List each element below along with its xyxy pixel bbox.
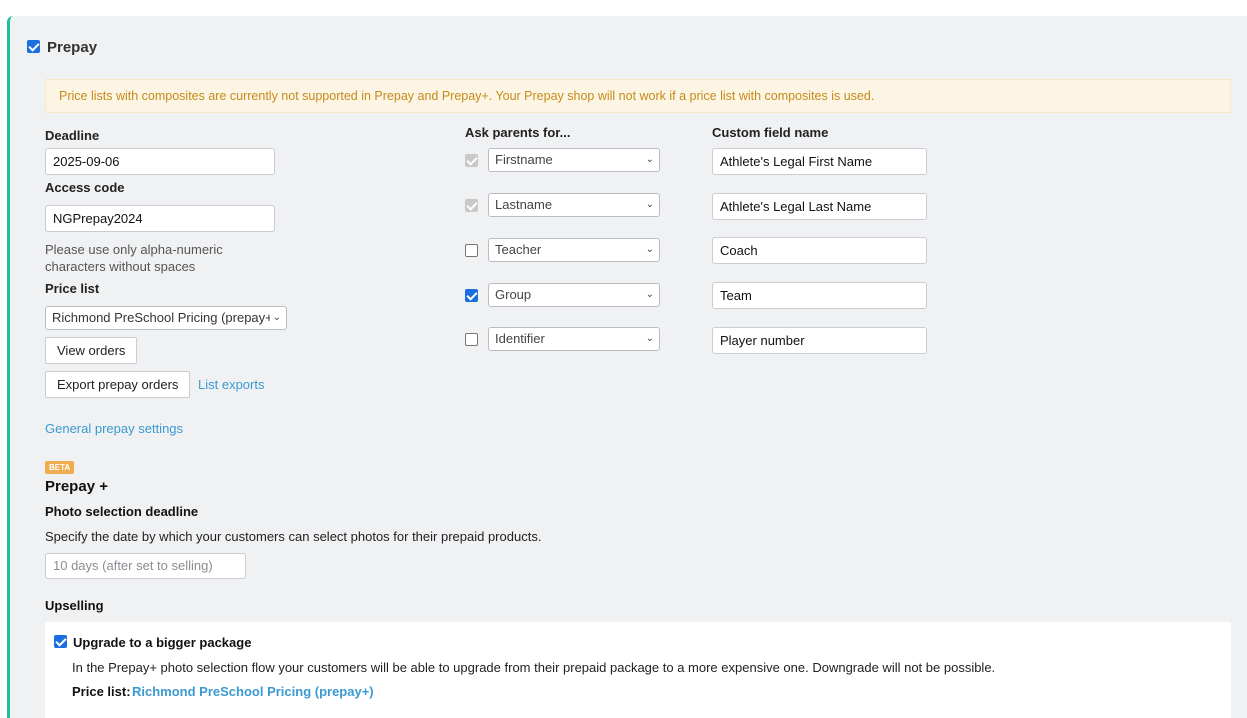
ask-field-value: Group	[495, 287, 532, 302]
access-code-hint-2: characters without spaces	[45, 259, 196, 274]
ask-lastname-checkbox[interactable]	[465, 199, 478, 212]
ask-field-select-lastname[interactable]: Lastname ⌄	[488, 193, 660, 217]
ask-field-value: Identifier	[495, 331, 545, 346]
ask-field-value: Firstname	[495, 152, 553, 167]
prepay-enabled-checkbox[interactable]	[27, 40, 40, 53]
custom-field-input-identifier[interactable]: Player number	[712, 327, 927, 354]
access-code-input[interactable]: NGPrepay2024	[45, 205, 275, 232]
list-exports-link[interactable]: List exports	[198, 377, 264, 392]
price-list-label: Price list	[45, 281, 100, 296]
chevron-down-icon: ⌄	[645, 154, 654, 165]
ask-firstname-checkbox[interactable]	[465, 154, 478, 167]
price-list-selected: Richmond PreSchool Pricing (prepay+)	[52, 310, 270, 325]
photo-deadline-input[interactable]: 10 days (after set to selling)	[45, 553, 246, 579]
ask-group-checkbox[interactable]	[465, 289, 478, 302]
ask-parents-header: Ask parents for...	[465, 125, 571, 140]
composites-warning: Price lists with composites are currentl…	[45, 79, 1231, 113]
upgrade-package-label: Upgrade to a bigger package	[73, 635, 252, 650]
photo-deadline-label: Photo selection deadline	[45, 504, 199, 519]
ask-field-select-group[interactable]: Group ⌄	[488, 283, 660, 307]
ask-identifier-checkbox[interactable]	[465, 333, 478, 346]
ask-field-select-identifier[interactable]: Identifier ⌄	[488, 327, 660, 351]
ask-field-select-firstname[interactable]: Firstname ⌄	[488, 148, 660, 172]
general-prepay-settings-link[interactable]: General prepay settings	[45, 421, 183, 436]
warning-text: Price lists with composites are currentl…	[59, 89, 875, 103]
access-code-hint-1: Please use only alpha-numeric	[45, 242, 223, 257]
custom-field-input-group[interactable]: Team	[712, 282, 927, 309]
ask-field-value: Lastname	[495, 197, 553, 212]
custom-field-input-teacher[interactable]: Coach	[712, 237, 927, 264]
beta-badge: BETA	[45, 461, 75, 474]
upsell-price-list-link[interactable]: Richmond PreSchool Pricing (prepay+)	[132, 684, 374, 699]
photo-deadline-description: Specify the date by which your customers…	[45, 529, 542, 544]
ask-field-select-teacher[interactable]: Teacher ⌄	[488, 238, 660, 262]
chevron-down-icon: ⌄	[645, 333, 654, 344]
price-list-select[interactable]: Richmond PreSchool Pricing (prepay+) ⌄	[45, 306, 287, 330]
custom-field-input-firstname[interactable]: Athlete's Legal First Name	[712, 148, 927, 175]
access-code-label: Access code	[45, 180, 125, 195]
chevron-down-icon: ⌄	[272, 312, 281, 323]
deadline-label: Deadline	[45, 128, 100, 143]
upselling-label: Upselling	[45, 598, 104, 613]
upsell-price-list-label: Price list:	[72, 684, 131, 699]
prepay-panel	[7, 16, 1247, 718]
custom-field-header: Custom field name	[712, 125, 829, 140]
ask-teacher-checkbox[interactable]	[465, 244, 478, 257]
deadline-input[interactable]: 2025-09-06	[45, 148, 275, 175]
upgrade-package-description: In the Prepay+ photo selection flow your…	[72, 660, 996, 675]
chevron-down-icon: ⌄	[645, 244, 654, 255]
view-orders-button[interactable]: View orders	[45, 337, 138, 364]
export-prepay-orders-button[interactable]: Export prepay orders	[45, 371, 191, 398]
upgrade-package-checkbox[interactable]	[54, 635, 67, 648]
prepay-plus-title: Prepay +	[45, 478, 108, 495]
ask-field-value: Teacher	[495, 242, 542, 257]
chevron-down-icon: ⌄	[645, 199, 654, 210]
custom-field-input-lastname[interactable]: Athlete's Legal Last Name	[712, 193, 927, 220]
chevron-down-icon: ⌄	[645, 289, 654, 300]
section-title: Prepay	[47, 39, 98, 56]
